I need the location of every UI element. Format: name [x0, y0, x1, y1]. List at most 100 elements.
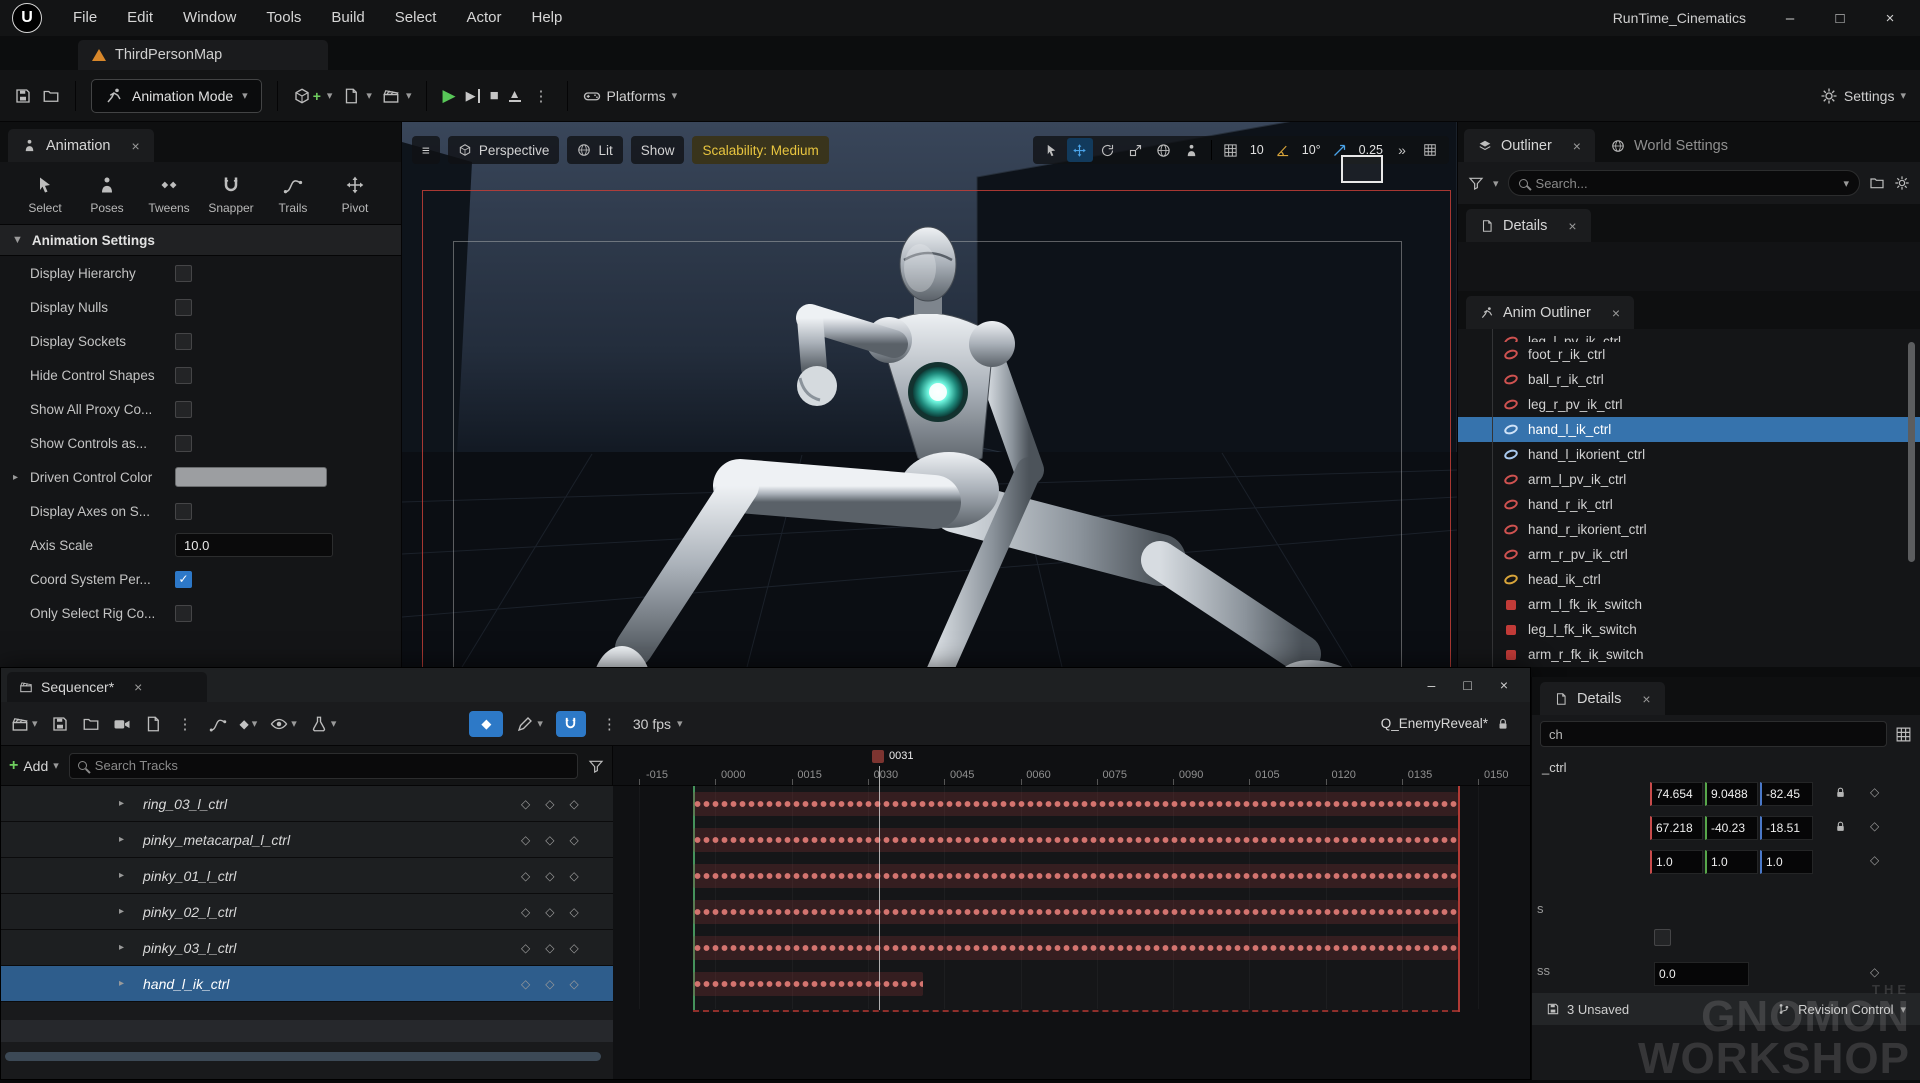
play-button[interactable]: ▶	[442, 86, 455, 106]
view-options-dropdown[interactable]: ▾	[270, 715, 297, 733]
value-field[interactable]: 67.218	[1650, 816, 1703, 840]
next-key-button[interactable]: ◇	[569, 905, 578, 919]
keyframe-lane-pinky-02-l-ctrl[interactable]	[693, 900, 1458, 924]
window-minimize-button[interactable]: –	[1428, 677, 1436, 693]
keyframe-diamond[interactable]: ◇	[1870, 965, 1879, 979]
gear-icon[interactable]	[1894, 175, 1910, 191]
anim-outliner-item-foot-r-ik-ctrl[interactable]: foot_r_ik_ctrl	[1458, 342, 1920, 367]
sequence-breadcrumb[interactable]: Q_EnemyReveal*	[1381, 716, 1520, 731]
grid-snap-value[interactable]: 10	[1246, 143, 1268, 157]
camera-speed-button[interactable]: »	[1389, 138, 1415, 162]
display-options-icon[interactable]	[1895, 726, 1912, 743]
track-hand-l-ik-ctrl[interactable]: ▸hand_l_ik_ctrl◇◇◇	[1, 966, 613, 1002]
play-options-kebab[interactable]: ⋮	[531, 87, 552, 105]
editor-mode-dropdown[interactable]: Animation Mode ▾	[91, 79, 262, 113]
prev-key-button[interactable]: ◇	[521, 833, 530, 847]
sequencer-kebab[interactable]: ⋮	[175, 715, 196, 733]
menu-edit[interactable]: Edit	[112, 0, 168, 36]
window-close-button[interactable]: ×	[1500, 677, 1508, 693]
next-key-button[interactable]: ◇	[569, 797, 578, 811]
anim-outliner-item-leg-r-pv-ik-ctrl[interactable]: leg_r_pv_ik_ctrl	[1458, 392, 1920, 417]
prev-key-button[interactable]: ◇	[521, 869, 530, 883]
surface-snap-button[interactable]	[1179, 138, 1205, 162]
show-dropdown[interactable]: Show	[631, 136, 685, 164]
save-button[interactable]	[14, 87, 32, 105]
next-key-button[interactable]: ◇	[569, 833, 578, 847]
playhead-handle[interactable]	[872, 750, 884, 763]
menu-window[interactable]: Window	[168, 0, 251, 36]
keyframe-lane-pinky-metacarpal-l-ctrl[interactable]	[693, 828, 1458, 852]
window-minimize-button[interactable]: –	[1780, 10, 1800, 27]
add-key-button[interactable]: ◇	[545, 977, 554, 991]
close-icon[interactable]: ×	[131, 138, 139, 154]
browse-sequence-button[interactable]	[82, 715, 100, 733]
tracklist-scrollbar[interactable]	[5, 1052, 601, 1061]
anim-outliner-item-arm-l-fk-ik-switch[interactable]: arm_l_fk_ik_switch	[1458, 592, 1920, 617]
menu-help[interactable]: Help	[517, 0, 578, 36]
close-icon[interactable]: ×	[1573, 138, 1581, 154]
value-field[interactable]: -18.51	[1760, 816, 1813, 840]
number-field[interactable]: 10.0	[175, 533, 333, 557]
add-key-button[interactable]: ◇	[545, 833, 554, 847]
window-close-button[interactable]: ×	[1880, 10, 1900, 27]
sequencer-titlebar[interactable]: Sequencer* × – □ ×	[1, 668, 1530, 702]
checkbox-hide-control-shapes[interactable]	[175, 367, 192, 384]
anim-outliner-item-hand-r-ik-ctrl[interactable]: hand_r_ik_ctrl	[1458, 492, 1920, 517]
level-viewport[interactable]: ≡ Perspective Lit Show Scalability: Medi…	[402, 122, 1457, 667]
anim-outliner-item-head-ik-ctrl[interactable]: head_ik_ctrl	[1458, 567, 1920, 592]
anim-outliner-item-hand-l-ikorient-ctrl[interactable]: hand_l_ikorient_ctrl	[1458, 442, 1920, 467]
anim-outliner-item-leg-l-fk-ik-switch[interactable]: leg_l_fk_ik_switch	[1458, 617, 1920, 642]
stop-button[interactable]: ■	[490, 87, 499, 104]
checkbox-show-controls-as[interactable]	[175, 435, 192, 452]
outliner-search-input[interactable]: Search... ▾	[1508, 170, 1860, 196]
anim-outliner-item-arm-r-pv-ik-ctrl[interactable]: arm_r_pv_ik_ctrl	[1458, 542, 1920, 567]
close-icon[interactable]: ×	[1612, 305, 1620, 321]
tab-sequencer[interactable]: Sequencer* ×	[7, 672, 207, 702]
next-key-button[interactable]: ◇	[569, 977, 578, 991]
tool-snapper[interactable]: Snapper	[200, 175, 262, 215]
anim-outliner-item-hand-r-ikorient-ctrl[interactable]: hand_r_ikorient_ctrl	[1458, 517, 1920, 542]
eject-button[interactable]: ▲	[509, 89, 521, 102]
keyframe-diamond[interactable]: ◇	[1870, 819, 1879, 833]
close-icon[interactable]: ×	[134, 679, 142, 695]
filter-icon[interactable]	[1468, 175, 1484, 191]
tab-details[interactable]: Details ×	[1466, 209, 1591, 242]
add-folder-icon[interactable]	[1869, 175, 1885, 191]
value-field[interactable]: 1.0	[1650, 850, 1703, 874]
prev-key-button[interactable]: ◇	[521, 941, 530, 955]
anim-outliner-item-ball-r-ik-ctrl[interactable]: ball_r_ik_ctrl	[1458, 367, 1920, 392]
tool-tweens[interactable]: Tweens	[138, 175, 200, 215]
add-key-button[interactable]: ◇	[545, 869, 554, 883]
expander-icon[interactable]: ▸	[119, 906, 124, 917]
select-tool-button[interactable]	[1039, 138, 1065, 162]
prev-key-button[interactable]: ◇	[521, 797, 530, 811]
expander-icon[interactable]: ▸	[119, 870, 124, 881]
scalability-warning-button[interactable]: Scalability: Medium	[692, 136, 828, 164]
prev-key-button[interactable]: ◇	[521, 905, 530, 919]
add-key-button[interactable]: ◇	[545, 905, 554, 919]
next-key-button[interactable]: ◇	[569, 869, 578, 883]
menu-select[interactable]: Select	[380, 0, 452, 36]
snap-options-kebab[interactable]: ⋮	[599, 715, 620, 733]
tool-pivot[interactable]: Pivot	[324, 175, 386, 215]
value-field[interactable]: 1.0	[1705, 850, 1758, 874]
tab-details-bottom[interactable]: Details ×	[1540, 682, 1665, 715]
checkbox-coord-system-per[interactable]: ✓	[175, 571, 192, 588]
add-track-button[interactable]: + Add ▾	[9, 757, 59, 775]
world-space-button[interactable]	[1151, 138, 1177, 162]
value-field[interactable]: -82.45	[1760, 782, 1813, 806]
keying-options-dropdown[interactable]: ◆▾	[240, 717, 258, 731]
scalar-field[interactable]: 0.0	[1654, 962, 1749, 986]
viewport-options-button[interactable]: ≡	[412, 136, 440, 164]
create-camera-button[interactable]	[113, 715, 131, 733]
content-browser-button[interactable]	[42, 87, 60, 105]
playback-end-marker[interactable]	[1458, 786, 1460, 1012]
menu-build[interactable]: Build	[316, 0, 379, 36]
render-movie-button[interactable]	[144, 715, 162, 733]
expander-icon[interactable]: ▸	[119, 978, 124, 989]
track-pinky-03-l-ctrl[interactable]: ▸pinky_03_l_ctrl◇◇◇	[1, 930, 613, 966]
perspective-dropdown[interactable]: Perspective	[448, 136, 560, 164]
add-key-button[interactable]: ◇	[545, 941, 554, 955]
rotate-tool-button[interactable]	[1095, 138, 1121, 162]
prev-key-button[interactable]: ◇	[521, 977, 530, 991]
